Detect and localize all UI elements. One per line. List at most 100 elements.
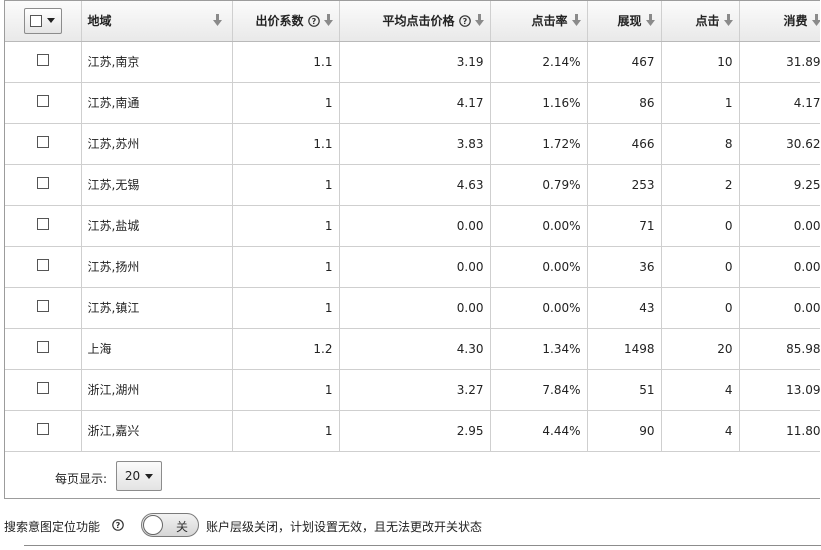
cell-ctr: 4.44% xyxy=(490,410,588,452)
row-checkbox[interactable] xyxy=(36,54,49,66)
row-select-cell xyxy=(5,369,82,411)
table-row: 江苏,盐城 1 0.00 0.00% 71 0 0.00 xyxy=(5,205,820,247)
sort-down-arrow-icon[interactable] xyxy=(645,14,655,27)
svg-text:?: ? xyxy=(462,17,467,26)
question-circle-icon[interactable]: ? xyxy=(112,519,124,531)
sort-down-arrow-icon[interactable] xyxy=(723,14,733,27)
column-header-avg_cpc[interactable]: 平均点击价格? xyxy=(339,1,491,42)
cell-region: 江苏,无锡 xyxy=(81,164,233,206)
caret-down-icon xyxy=(47,18,56,24)
column-header-label: 出价系数 xyxy=(255,14,304,29)
cell-avg_cpc: 3.27 xyxy=(339,369,491,411)
svg-text:?: ? xyxy=(116,521,121,530)
toggle-knob xyxy=(143,515,163,535)
cell-region: 江苏,镇江 xyxy=(81,287,233,329)
page-size-select[interactable]: 20 xyxy=(116,461,162,491)
cell-clicks: 10 xyxy=(661,41,740,83)
row-select-cell xyxy=(5,164,82,206)
select-all-dropdown-button[interactable] xyxy=(23,7,62,34)
cell-cost: 0.00 xyxy=(739,205,820,247)
cell-avg_cpc: 4.17 xyxy=(339,82,491,124)
row-checkbox[interactable] xyxy=(36,382,49,394)
page-size-label: 每页显示: xyxy=(55,472,108,486)
row-checkbox[interactable] xyxy=(36,259,49,271)
cell-region: 江苏,南通 xyxy=(81,82,233,124)
cell-clicks: 4 xyxy=(661,369,740,411)
sort-down-arrow-icon[interactable] xyxy=(474,14,484,27)
row-checkbox[interactable] xyxy=(36,218,49,230)
table-body: 江苏,南京 1.1 3.19 2.14% 467 10 31.89 江苏,南通 1 4.17 1.1… xyxy=(5,41,820,452)
row-checkbox[interactable] xyxy=(36,177,49,189)
cell-bid: 1 xyxy=(232,246,340,288)
cell-impressions: 466 xyxy=(587,123,662,165)
cell-cost: 9.25 xyxy=(739,164,820,206)
column-header-impressions[interactable]: 展现 xyxy=(587,1,662,42)
cell-impressions: 43 xyxy=(587,287,662,329)
column-header-bid[interactable]: 出价系数? xyxy=(232,1,340,42)
cell-impressions: 467 xyxy=(587,41,662,83)
column-header-region[interactable]: 地域 xyxy=(81,1,233,42)
select-all-header[interactable] xyxy=(5,1,82,42)
question-circle-icon[interactable]: ? xyxy=(307,15,320,28)
cell-cost: 30.62 xyxy=(739,123,820,165)
cell-impressions: 1498 xyxy=(587,328,662,370)
sort-down-arrow-icon[interactable] xyxy=(571,14,581,27)
column-header-ctr[interactable]: 点击率 xyxy=(490,1,588,42)
column-header-label: 平均点击价格 xyxy=(382,14,455,29)
cell-bid: 1 xyxy=(232,410,340,452)
intent-targeting-note: 账户层级关闭，计划设置无效，且无法更改开关状态 xyxy=(206,520,483,534)
intent-targeting-row: 搜索意图定位功能 ? 关 账户层级关闭，计划设置无效，且无法更改开关状态 xyxy=(4,511,816,539)
row-checkbox[interactable] xyxy=(36,341,49,353)
cell-bid: 1 xyxy=(232,287,340,329)
cell-bid: 1 xyxy=(232,82,340,124)
column-header-label: 点击 xyxy=(695,14,720,29)
row-checkbox[interactable] xyxy=(36,95,49,107)
region-report-table: 地域 出价系数? 平均点击价格? 点击率 展现 点击 消费 江苏,南京 1.1 3.19 2.14… xyxy=(5,1,820,452)
region-table-panel: 地域 出价系数? 平均点击价格? 点击率 展现 点击 消费 江苏,南京 1.1 3.19 2.14… xyxy=(4,0,820,499)
sort-down-arrow-icon[interactable] xyxy=(212,14,222,27)
cell-region: 浙江,嘉兴 xyxy=(81,410,233,452)
row-select-cell xyxy=(5,205,82,247)
cell-ctr: 0.00% xyxy=(490,246,588,288)
row-checkbox[interactable] xyxy=(36,423,49,435)
cell-ctr: 0.00% xyxy=(490,205,588,247)
cell-cost: 0.00 xyxy=(739,287,820,329)
sort-down-arrow-icon[interactable] xyxy=(323,14,333,27)
row-checkbox[interactable] xyxy=(36,136,49,148)
table-row: 上海 1.2 4.30 1.34% 1498 20 85.98 xyxy=(5,328,820,370)
cell-bid: 1.1 xyxy=(232,123,340,165)
page-size-value: 20 xyxy=(124,469,141,483)
column-header-clicks[interactable]: 点击 xyxy=(661,1,740,42)
intent-targeting-label: 搜索意图定位功能 xyxy=(4,520,101,534)
row-select-cell xyxy=(5,328,82,370)
cell-region: 江苏,南京 xyxy=(81,41,233,83)
cell-cost: 11.80 xyxy=(739,410,820,452)
table-row: 江苏,扬州 1 0.00 0.00% 36 0 0.00 xyxy=(5,246,820,288)
cell-bid: 1 xyxy=(232,205,340,247)
select-all-checkbox[interactable] xyxy=(30,14,43,27)
intent-targeting-toggle[interactable]: 关 xyxy=(141,513,199,537)
cell-impressions: 36 xyxy=(587,246,662,288)
cell-impressions: 253 xyxy=(587,164,662,206)
column-header-label: 点击率 xyxy=(531,14,568,29)
table-row: 江苏,镇江 1 0.00 0.00% 43 0 0.00 xyxy=(5,287,820,329)
row-checkbox[interactable] xyxy=(36,300,49,312)
table-row: 浙江,嘉兴 1 2.95 4.44% 90 4 11.80 xyxy=(5,410,820,452)
table-row: 浙江,湖州 1 3.27 7.84% 51 4 13.09 xyxy=(5,369,820,411)
question-circle-icon[interactable]: ? xyxy=(458,15,471,28)
column-header-cost[interactable]: 消费 xyxy=(739,1,821,42)
cell-avg_cpc: 3.83 xyxy=(339,123,491,165)
cell-clicks: 0 xyxy=(661,246,740,288)
cell-avg_cpc: 4.63 xyxy=(339,164,491,206)
cell-ctr: 1.72% xyxy=(490,123,588,165)
cell-region: 江苏,苏州 xyxy=(81,123,233,165)
cell-region: 江苏,盐城 xyxy=(81,205,233,247)
cell-ctr: 7.84% xyxy=(490,369,588,411)
sort-down-arrow-icon[interactable] xyxy=(811,14,821,27)
cell-avg_cpc: 0.00 xyxy=(339,246,491,288)
cell-avg_cpc: 4.30 xyxy=(339,328,491,370)
toggle-state-text: 关 xyxy=(176,520,189,534)
cell-ctr: 0.00% xyxy=(490,287,588,329)
column-header-label: 展现 xyxy=(617,14,642,29)
row-select-cell xyxy=(5,246,82,288)
